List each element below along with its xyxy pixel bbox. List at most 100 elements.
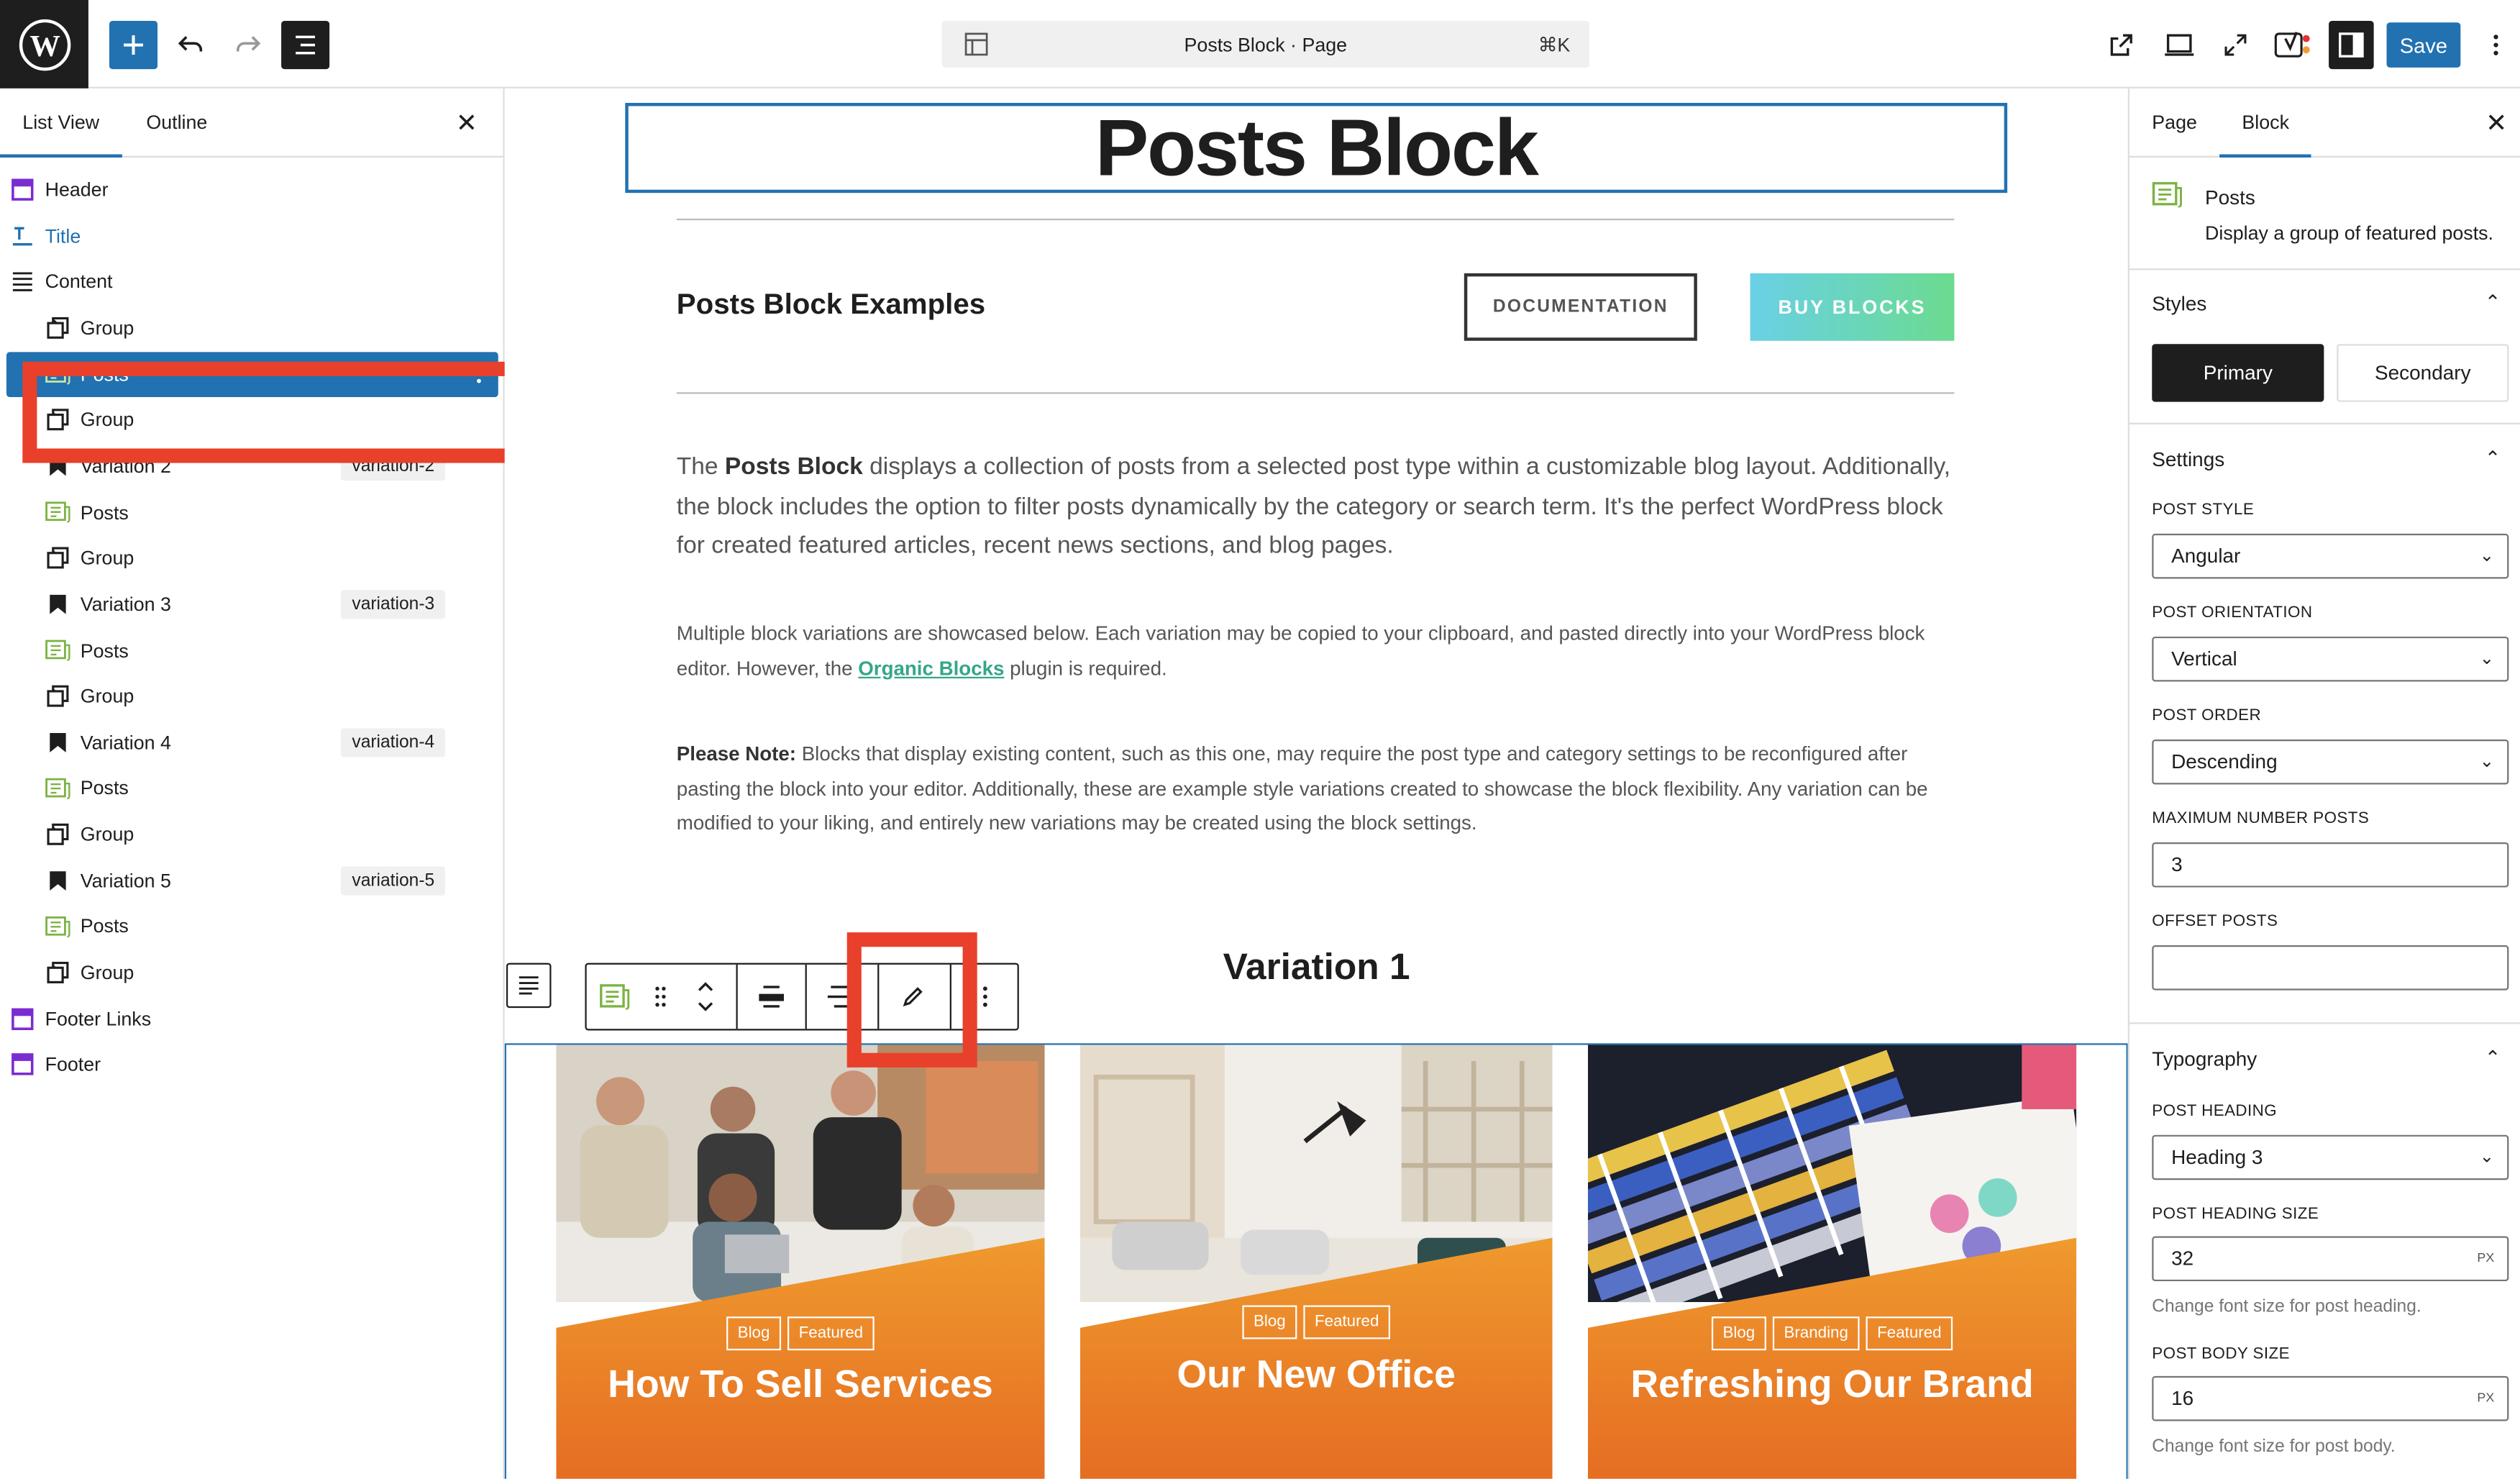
- chevron-up-icon[interactable]: ⌃: [2485, 291, 2501, 313]
- category-tag[interactable]: Blog: [1242, 1305, 1297, 1339]
- command-palette-button[interactable]: Posts Block · Page ⌘K: [941, 21, 1590, 68]
- tree-item-content[interactable]: Content: [0, 259, 505, 304]
- page-title-block[interactable]: Posts Block: [625, 101, 2008, 195]
- posts-icon: [45, 775, 71, 801]
- chevron-up-icon[interactable]: ⌃: [2485, 447, 2501, 469]
- category-tag[interactable]: Blog: [1711, 1316, 1766, 1351]
- more-options-icon[interactable]: [2480, 21, 2512, 69]
- post-orientation-select[interactable]: Vertical ⌄: [2152, 636, 2509, 682]
- note-paragraph[interactable]: Please Note: Blocks that display existin…: [677, 738, 1963, 842]
- post-title[interactable]: Our New Office: [1080, 1354, 1553, 1399]
- typography-panel-heading[interactable]: Typography: [2152, 1048, 2257, 1070]
- styles-panel-heading[interactable]: Styles: [2152, 293, 2206, 315]
- heading-size-label: POST HEADING SIZE: [2152, 1206, 2319, 1224]
- heading-size-input[interactable]: 32 PX: [2152, 1236, 2509, 1282]
- tab-list-view[interactable]: List View: [0, 111, 122, 158]
- tree-item-variation-3[interactable]: Variation 3 variation-3: [0, 582, 505, 627]
- buy-blocks-button[interactable]: BUY BLOCKS: [1750, 273, 1955, 341]
- post-style-select[interactable]: Angular ⌄: [2152, 533, 2509, 579]
- tree-item-group[interactable]: Group: [0, 674, 505, 719]
- post-heading-select[interactable]: Heading 3 ⌄: [2152, 1134, 2509, 1180]
- tree-item-posts[interactable]: Posts: [0, 766, 505, 811]
- tree-item-header[interactable]: Header: [0, 167, 505, 212]
- variations-paragraph[interactable]: Multiple block variations are showcased …: [677, 617, 1963, 686]
- tree-item-label: Group: [80, 547, 134, 570]
- tree-item-footer[interactable]: Footer: [0, 1042, 505, 1088]
- undo-button[interactable]: [167, 21, 215, 69]
- wordpress-logo-icon[interactable]: W: [0, 0, 88, 88]
- style-primary-button[interactable]: Primary: [2152, 344, 2324, 402]
- post-title[interactable]: How To Sell Services: [556, 1363, 1044, 1409]
- device-preview-icon[interactable]: [2158, 21, 2200, 69]
- close-icon[interactable]: ✕: [2485, 108, 2507, 140]
- category-tag[interactable]: Featured: [787, 1316, 875, 1351]
- offset-posts-input[interactable]: [2152, 945, 2509, 991]
- tree-item-posts[interactable]: Posts: [0, 490, 505, 535]
- tree-item-label: Variation 4: [80, 731, 171, 754]
- view-page-icon[interactable]: [2102, 21, 2141, 69]
- tab-outline[interactable]: Outline: [146, 111, 207, 133]
- move-up-down-icon[interactable]: [686, 965, 725, 1029]
- close-icon[interactable]: ✕: [456, 108, 478, 140]
- style-secondary-button[interactable]: Secondary: [2337, 344, 2509, 402]
- posts-icon: [45, 499, 71, 525]
- settings-panel-heading[interactable]: Settings: [2152, 448, 2224, 470]
- align-icon[interactable]: [747, 965, 795, 1029]
- parent-block-selector[interactable]: [506, 963, 552, 1009]
- documentation-button[interactable]: DOCUMENTATION: [1464, 273, 1697, 341]
- anchor-badge: variation-5: [340, 865, 446, 896]
- tree-item-group[interactable]: Group: [0, 812, 505, 857]
- fullscreen-icon[interactable]: [2217, 21, 2255, 69]
- post-card[interactable]: [1079, 1045, 1553, 1479]
- chevron-up-icon[interactable]: ⌃: [2485, 1047, 2501, 1069]
- yoast-icon[interactable]: [2271, 21, 2316, 69]
- heading-size-help: Change font size for post heading.: [2152, 1297, 2421, 1317]
- redo-button[interactable]: [224, 21, 272, 69]
- post-tags: Blog Branding Featured: [1588, 1316, 2076, 1351]
- post-order-select[interactable]: Descending ⌄: [2152, 739, 2509, 785]
- tree-item-posts[interactable]: Posts: [0, 904, 505, 950]
- tree-item-title[interactable]: Title: [0, 213, 505, 258]
- block-card-title: Posts: [2205, 186, 2255, 209]
- tree-item-group[interactable]: Group: [0, 950, 505, 996]
- drag-handle-icon[interactable]: [643, 965, 678, 1029]
- tree-item-label: Footer: [45, 1053, 101, 1076]
- tree-item-group[interactable]: Group: [0, 305, 505, 350]
- document-overview-button[interactable]: [281, 21, 330, 70]
- variation-heading[interactable]: Variation 1: [1223, 945, 1410, 988]
- settings-sidebar: Page Block ✕ Posts Display a group of fe…: [2127, 88, 2520, 1479]
- post-card[interactable]: [556, 1045, 1045, 1479]
- tab-block[interactable]: Block: [2219, 111, 2313, 158]
- template-part-icon: [9, 1006, 35, 1032]
- separator: [676, 392, 1955, 394]
- tree-item-label: Group: [80, 685, 134, 708]
- tree-item-variation-5[interactable]: Variation 5 variation-5: [0, 858, 505, 904]
- organic-blocks-link[interactable]: Organic Blocks: [858, 657, 1004, 679]
- anchor-badge: variation-3: [340, 589, 446, 619]
- max-posts-input[interactable]: 3: [2152, 842, 2509, 888]
- tree-item-variation-4[interactable]: Variation 4 variation-4: [0, 720, 505, 765]
- examples-heading[interactable]: Posts Block Examples: [677, 288, 985, 322]
- category-tag[interactable]: Blog: [726, 1316, 782, 1351]
- post-card[interactable]: [1587, 1045, 2077, 1479]
- post-tags: Blog Featured: [1080, 1305, 1553, 1339]
- tree-item-label: Variation 3: [80, 593, 171, 616]
- bookmark-icon: [45, 868, 71, 893]
- offset-posts-label: OFFSET POSTS: [2152, 913, 2278, 931]
- add-block-button[interactable]: [109, 21, 158, 70]
- tree-item-footer-links[interactable]: Footer Links: [0, 996, 505, 1042]
- posts-block-icon[interactable]: [596, 965, 635, 1029]
- intro-paragraph[interactable]: The Posts Block displays a collection of…: [677, 448, 1963, 566]
- category-tag[interactable]: Featured: [1303, 1305, 1391, 1339]
- tab-page[interactable]: Page: [2152, 111, 2197, 133]
- post-title[interactable]: Refreshing Our Brand: [1588, 1363, 2076, 1409]
- tree-item-group[interactable]: Group: [0, 536, 505, 581]
- page-layout-icon: [964, 32, 989, 61]
- category-tag[interactable]: Featured: [1866, 1316, 1953, 1351]
- body-size-input[interactable]: 16 PX: [2152, 1375, 2509, 1421]
- tree-item-posts[interactable]: Posts: [0, 628, 505, 673]
- category-tag[interactable]: Branding: [1772, 1316, 1860, 1351]
- page-title[interactable]: Posts Block: [1095, 101, 1539, 195]
- settings-sidebar-toggle[interactable]: [2329, 21, 2374, 70]
- save-button[interactable]: Save: [2386, 22, 2461, 68]
